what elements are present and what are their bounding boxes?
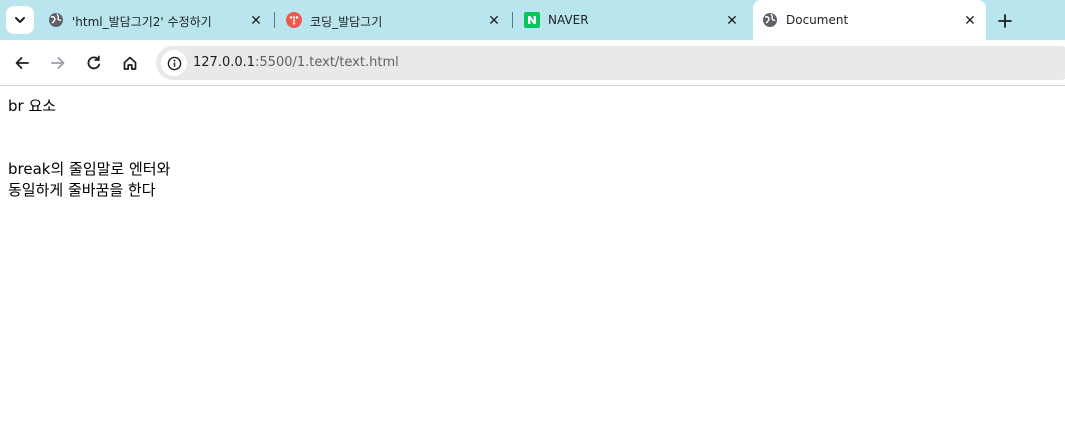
info-icon	[167, 56, 181, 70]
new-tab-button[interactable]	[992, 8, 1018, 34]
site-info-button[interactable]	[161, 50, 187, 76]
url-text[interactable]: 127.0.0.1:5500/1.text/text.html	[193, 55, 399, 70]
text-line: break의 줄임말로 엔터와	[8, 160, 171, 178]
address-bar[interactable]: 127.0.0.1:5500/1.text/text.html	[156, 46, 1065, 80]
tab-search-button[interactable]	[6, 6, 34, 34]
tab-divider	[274, 12, 275, 28]
tab-title: 'html_발담그기2' 수정하기	[72, 15, 212, 29]
url-host: 127.0.0.1	[193, 55, 256, 70]
tab-strip: 'html_발담그기2' 수정하기 ✕ 코딩_발담그기 ✕ NAVER ✕ Do…	[0, 0, 1065, 40]
home-button[interactable]	[116, 49, 144, 77]
chevron-down-icon	[15, 17, 25, 23]
text-line: br 요소	[8, 97, 57, 115]
home-icon	[123, 56, 137, 70]
reload-icon	[87, 55, 101, 70]
reload-button[interactable]	[80, 49, 108, 77]
tab-coding[interactable]: 코딩_발담그기 ✕	[276, 0, 510, 40]
line-break-gap	[8, 117, 170, 159]
globe-icon	[763, 13, 777, 27]
tab-divider	[512, 12, 513, 28]
plus-icon	[998, 14, 1012, 28]
url-path: :5500/1.text/text.html	[255, 55, 399, 70]
tab-html-edit[interactable]: 'html_발담그기2' 수정하기 ✕	[38, 0, 272, 40]
arrow-left-icon	[15, 57, 29, 69]
tab-title: NAVER	[548, 13, 589, 27]
browser-toolbar: 127.0.0.1:5500/1.text/text.html	[0, 40, 1065, 86]
globe-icon	[49, 13, 63, 27]
tab-title: Document	[786, 13, 849, 27]
close-icon[interactable]: ✕	[724, 12, 740, 28]
close-icon[interactable]: ✕	[486, 12, 502, 28]
arrow-right-icon	[51, 57, 65, 69]
close-icon[interactable]: ✕	[248, 12, 264, 28]
tab-title: 코딩_발담그기	[310, 15, 383, 29]
tab-document[interactable]: Document ✕	[753, 0, 986, 40]
forward-button[interactable]	[44, 49, 72, 77]
text-line: 동일하게 줄바꿈을 한다	[8, 181, 156, 199]
naver-icon	[524, 12, 540, 28]
close-icon[interactable]: ✕	[962, 12, 978, 28]
page-content: br 요소 break의 줄임말로 엔터와 동일하게 줄바꿈을 한다	[8, 96, 170, 201]
tab-naver[interactable]: NAVER ✕	[514, 0, 748, 40]
back-button[interactable]	[8, 49, 36, 77]
tistory-icon	[286, 12, 302, 28]
